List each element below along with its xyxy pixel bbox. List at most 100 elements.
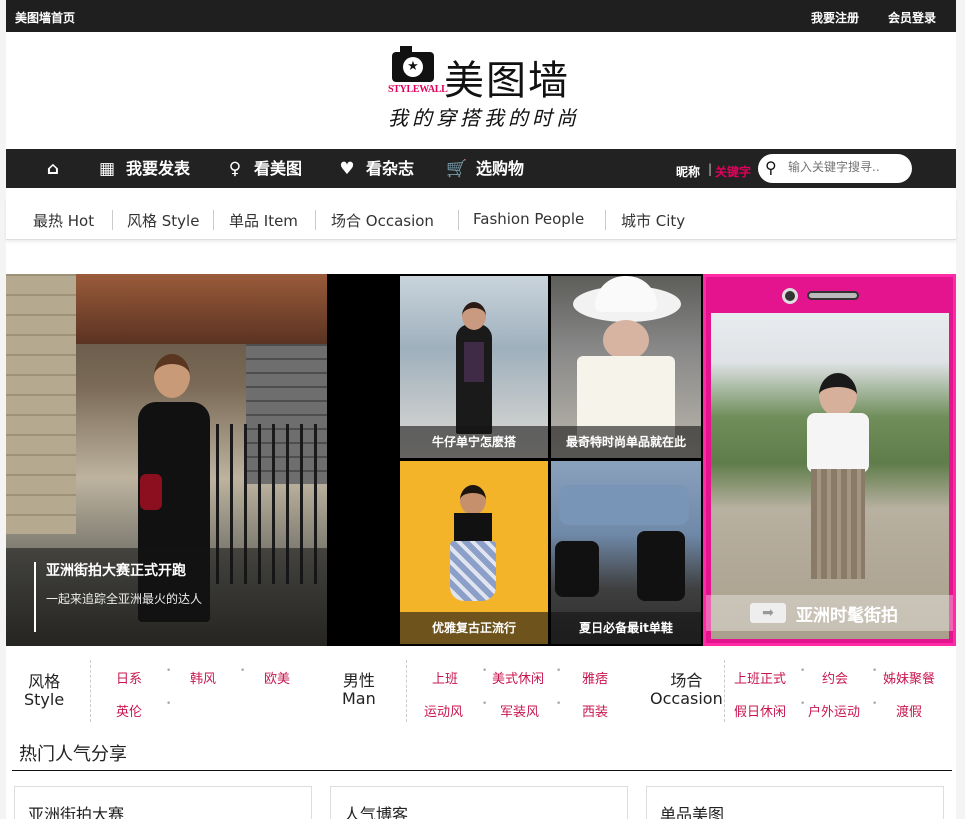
hero-main-tile[interactable]: 亚洲街拍大赛正式开跑 一起来追踪全亚洲最火的达人 (6, 274, 327, 646)
cat-link-sisters-dinner[interactable]: 姊妹聚餐 (883, 668, 935, 687)
hero-main-subtitle: 一起来追踪全亚洲最火的达人 (46, 592, 203, 606)
subnav-city[interactable]: 城市 City (621, 210, 685, 231)
nav-magazine-label: 看杂志 (366, 159, 415, 178)
cat-link-american-casual[interactable]: 美式休闲 (492, 668, 544, 687)
subnav-divider (458, 210, 459, 230)
cat-divider (90, 660, 91, 722)
site-logo[interactable]: ★ STYLEWALL 美图墙 我的穿搭我的时尚 (386, 46, 586, 136)
subnav-occasion[interactable]: 场合 Occasion (331, 210, 434, 231)
hot-card-title: 单品美图 (660, 805, 725, 819)
model-face (603, 320, 649, 360)
nav-magazine[interactable]: ♥ 看杂志 (336, 149, 414, 188)
subnav-divider (213, 210, 214, 230)
nav-photos[interactable]: ♀ 看美图 (224, 149, 302, 188)
photo-shoe-right (637, 531, 685, 601)
cat-link-suit[interactable]: 西装 (582, 701, 608, 720)
nav-photos-label: 看美图 (254, 159, 303, 178)
nav-post[interactable]: ▦ 我要发表 (96, 149, 190, 188)
cat-link-office[interactable]: 上班 (432, 668, 458, 687)
cat-link-yuppie[interactable]: 雅痞 (582, 668, 608, 687)
cat-divider (406, 660, 407, 722)
home-link[interactable]: 美图墙首页 (15, 9, 75, 26)
cat-group-style-cn: 风格 (28, 672, 61, 691)
cat-group-men: 男性 Man (342, 672, 376, 708)
grid-icon: ▦ (98, 159, 116, 179)
tile-denim-caption: 牛仔单宁怎麽搭 (400, 426, 548, 458)
model-hat-crown (595, 276, 657, 312)
search-input[interactable] (788, 160, 906, 174)
hot-card-title: 人气博客 (344, 805, 409, 819)
cat-link-date[interactable]: 约会 (822, 668, 848, 687)
nav-home[interactable]: ⌂ (42, 149, 72, 188)
model-shirt (464, 342, 484, 382)
hero-mosaic: 亚洲街拍大赛正式开跑 一起来追踪全亚洲最火的达人 牛仔单宁怎麽搭 最奇特时尚单品… (6, 274, 956, 646)
cat-group-style: 风格 Style (24, 673, 64, 709)
phone-screen (711, 313, 949, 639)
tile-unique[interactable]: 最奇特时尚单品就在此 (551, 276, 701, 458)
nav-shop[interactable]: 🛒 选购物 (446, 149, 524, 188)
hero-main-caption: 亚洲街拍大赛正式开跑 一起来追踪全亚洲最火的达人 (6, 548, 327, 646)
phone-speaker (807, 291, 859, 300)
cat-link-holiday[interactable]: 假日休闲 (734, 701, 786, 720)
subnav-divider (605, 210, 606, 230)
tile-retro-caption: 优雅复古正流行 (400, 612, 548, 644)
phone-banner-text: 亚洲时髦街拍 (796, 606, 898, 626)
subnav-hot[interactable]: 最热 Hot (33, 210, 94, 231)
cat-dot: • (482, 666, 488, 676)
hot-card[interactable]: 人气博客 (330, 786, 628, 819)
cat-group-style-en: Style (24, 690, 65, 709)
search-box: ⚲ (758, 154, 912, 183)
cat-link-vacation[interactable]: 渡假 (896, 701, 922, 720)
phone-camera-icon (782, 288, 798, 304)
camera-icon: ★ (392, 46, 434, 82)
cat-dot: • (166, 699, 172, 709)
cat-link-western[interactable]: 欧美 (264, 668, 290, 687)
subnav-item[interactable]: 单品 Item (229, 210, 298, 231)
tile-retro[interactable]: 优雅复古正流行 (400, 461, 548, 644)
model-top (454, 513, 492, 543)
cat-group-men-cn: 男性 (342, 671, 375, 690)
cat-group-occasion-cn: 场合 (670, 671, 703, 690)
caption-rule (34, 562, 36, 632)
cat-dot: • (482, 699, 488, 709)
tile-denim[interactable]: 牛仔单宁怎麽搭 (400, 276, 548, 458)
cat-link-outdoor[interactable]: 户外运动 (808, 701, 860, 720)
tile-shoes[interactable]: 夏日必备最it单鞋 (551, 461, 701, 644)
login-link[interactable]: 会员登录 (888, 9, 936, 26)
nickname-filter[interactable]: 昵称 (676, 163, 700, 180)
model-head (460, 485, 486, 515)
search-icon[interactable]: ⚲ (765, 158, 777, 177)
keyword-filter[interactable]: 关键字 (715, 163, 751, 180)
cat-link-military[interactable]: 军装风 (500, 701, 539, 720)
tile-unique-caption: 最奇特时尚单品就在此 (551, 426, 701, 458)
hot-section-rule (12, 770, 952, 771)
right-margin (956, 0, 965, 819)
cat-link-korean[interactable]: 韩风 (190, 668, 216, 687)
subnav-style[interactable]: 风格 Style (127, 210, 199, 231)
cat-divider (724, 660, 725, 722)
nav-post-label: 我要发表 (126, 159, 191, 178)
register-link[interactable]: 我要注册 (811, 9, 859, 26)
cat-group-occasion: 场合 Occasion (650, 672, 723, 708)
hot-card[interactable]: 亚洲街拍大赛 (14, 786, 312, 819)
cat-dot: • (800, 666, 806, 676)
cat-dot: • (240, 666, 246, 676)
nav-shop-label: 选购物 (476, 159, 525, 178)
tile-shoes-caption: 夏日必备最it单鞋 (551, 612, 701, 644)
tile-phone-streetsnap[interactable]: ➡ 亚洲时髦街拍 (703, 274, 956, 646)
cat-link-formal[interactable]: 上班正式 (734, 668, 786, 687)
logo-slogan: 我的穿搭我的时尚 (388, 106, 580, 130)
photo-shoe-left (555, 541, 599, 597)
cat-link-british[interactable]: 英伦 (116, 701, 142, 720)
model-trousers (811, 469, 865, 579)
home-icon: ⌂ (46, 159, 60, 179)
hot-card[interactable]: 单品美图 (646, 786, 944, 819)
cat-link-japanese[interactable]: 日系 (116, 668, 142, 687)
logo-subbrand: STYLEWALL (388, 84, 448, 95)
main-nav: ⌂ ▦ 我要发表 ♀ 看美图 ♥ 看杂志 🛒 选购物 昵称 | 关键字 ⚲ (6, 149, 956, 188)
model-bag (140, 474, 162, 510)
cat-link-sporty[interactable]: 运动风 (424, 701, 463, 720)
heart-icon: ♥ (339, 159, 355, 179)
photo-roof (66, 274, 327, 344)
subnav-fashion-people[interactable]: Fashion People (473, 210, 584, 228)
